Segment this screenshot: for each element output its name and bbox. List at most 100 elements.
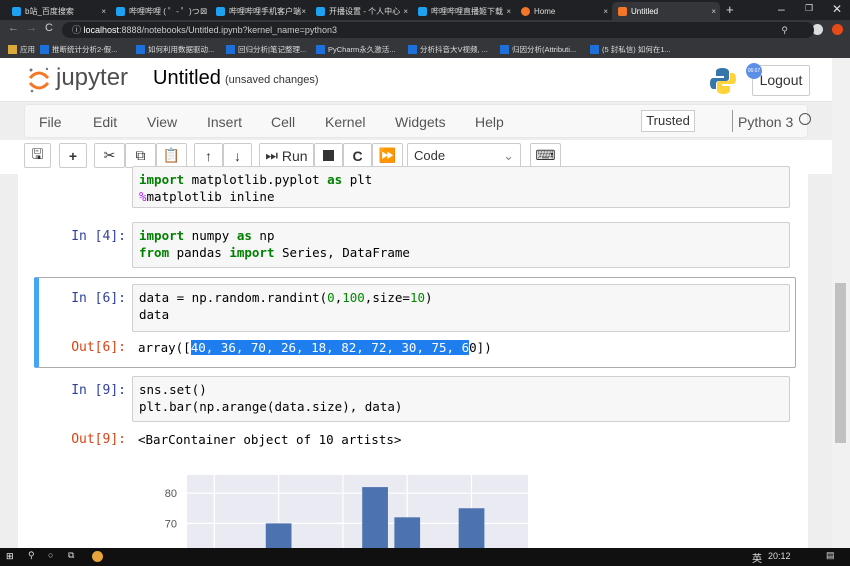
save-icon: 🖫 <box>31 145 44 162</box>
jupyter-logo-icon[interactable] <box>28 66 50 94</box>
reload-icon[interactable]: C <box>45 22 53 34</box>
save-button[interactable]: 🖫 <box>24 143 51 168</box>
interrupt-button[interactable] <box>314 143 343 168</box>
bar <box>394 517 421 548</box>
restart-run-all-button[interactable]: ⏩ <box>372 143 403 168</box>
bookmark-label: 推断统计分析2-假... <box>52 45 118 54</box>
window-close-icon[interactable]: ✕ <box>832 2 842 16</box>
code-token: as <box>236 228 252 243</box>
cell-type-value: Code <box>414 148 446 163</box>
run-button[interactable]: ⏭ Run <box>259 143 314 168</box>
taskbar: ⊞ ⚲ ○ ⧉ 英 20:12 ▤ <box>0 548 850 566</box>
divider <box>732 110 733 132</box>
copy-button[interactable]: ⧉ <box>125 143 156 168</box>
command-palette-button[interactable]: ⌨ <box>530 143 561 168</box>
code-token: import <box>229 245 275 260</box>
bar <box>362 487 388 548</box>
url-input[interactable]: ⓘ localhost:8888/notebooks/Untitled.ipyn… <box>62 22 814 38</box>
browser-tab[interactable]: Untitled × <box>612 2 720 20</box>
code-token: data <box>139 307 170 322</box>
bookmark-item[interactable]: PyCharm永久激活... <box>316 44 396 55</box>
close-icon[interactable]: × <box>301 7 306 16</box>
code-input[interactable]: import matplotlib.pyplot as plt %matplotl… <box>132 166 790 208</box>
step-icon: ⏭ <box>265 147 282 163</box>
cortana-icon[interactable]: ○ <box>48 550 53 560</box>
bookmark-icon <box>590 45 599 54</box>
chrome-taskbar-icon[interactable] <box>92 551 103 562</box>
time-badge: 06:07 <box>746 63 762 79</box>
bookmark-item[interactable]: 推断统计分析2-假... <box>40 44 117 55</box>
notification-icon[interactable]: ▤ <box>826 550 835 561</box>
code-token: pandas <box>169 245 230 260</box>
bookmark-icon <box>408 45 417 54</box>
move-up-button[interactable]: ↑ <box>194 143 223 168</box>
y-tick-label: 80 <box>165 488 177 500</box>
code-input[interactable]: sns.set() plt.bar(np.arange(data.size), d… <box>132 376 790 422</box>
close-icon[interactable]: × <box>403 7 408 16</box>
move-down-button[interactable]: ↓ <box>223 143 252 168</box>
menu-help[interactable]: Help <box>475 114 504 130</box>
menu-insert[interactable]: Insert <box>207 114 242 130</box>
browser-tab[interactable]: 哔哩哔哩 ( ゜- ゜)つロ × <box>110 2 210 20</box>
extension-icon[interactable] <box>832 24 843 35</box>
tab-label: Home <box>534 6 556 16</box>
restart-button[interactable]: C <box>343 143 372 168</box>
bookmark-item[interactable]: 应用 <box>8 44 35 55</box>
browser-tab[interactable]: Home × <box>515 2 612 20</box>
back-icon[interactable]: ← <box>8 22 19 34</box>
code-token: % <box>139 189 147 204</box>
output-text[interactable]: array([40, 36, 70, 26, 18, 82, 72, 30, 7… <box>138 340 492 355</box>
close-icon[interactable]: × <box>101 7 106 16</box>
notebook-title[interactable]: Untitled <box>153 67 221 90</box>
bookmark-item[interactable]: 分析抖音大V视频, ... <box>408 44 488 55</box>
windows-start-icon[interactable]: ⊞ <box>6 551 14 562</box>
insert-cell-button[interactable]: + <box>59 143 87 168</box>
bookmark-icon <box>316 45 325 54</box>
close-icon[interactable]: × <box>711 7 716 16</box>
arrow-down-icon: ↓ <box>234 147 241 164</box>
browser-tab[interactable]: 哔哩哔哩直播姬下载 × <box>412 2 515 20</box>
code-token: 10 <box>409 290 426 305</box>
code-token: matplotlib inline <box>146 189 275 204</box>
menu-kernel[interactable]: Kernel <box>325 114 365 130</box>
cut-button[interactable]: ✂ <box>94 143 125 168</box>
paste-button[interactable]: 📋 <box>156 143 187 168</box>
new-tab-icon[interactable]: + <box>726 2 734 17</box>
tab-favicon <box>418 6 427 16</box>
code-input[interactable]: import numpy as np from pandas import Ser… <box>132 222 790 268</box>
restore-icon[interactable]: ❐ <box>805 3 813 14</box>
scrollbar-thumb[interactable] <box>835 283 846 443</box>
menu-edit[interactable]: Edit <box>93 114 117 130</box>
code-line: data <box>139 306 783 323</box>
close-icon[interactable]: × <box>603 7 608 16</box>
close-icon[interactable]: × <box>201 7 206 16</box>
bookmark-item[interactable]: 回归分析|笔记整理... <box>226 44 306 55</box>
jupyter-logo-text: jupyter <box>56 64 129 91</box>
close-icon[interactable]: × <box>506 7 511 16</box>
output-text[interactable]: <BarContainer object of 10 artists> <box>138 432 401 447</box>
search-icon[interactable]: ⚲ <box>28 550 35 561</box>
code-input[interactable]: data = np.random.randint(0,100,size=10) d… <box>132 284 790 332</box>
forward-icon[interactable]: → <box>26 22 37 34</box>
browser-tab[interactable]: b站_百度搜索 × <box>6 2 110 20</box>
browser-tab[interactable]: 哔哩哔哩手机客户端 × <box>210 2 310 20</box>
cell-type-select[interactable]: Code ⌄ <box>407 143 521 168</box>
bookmark-item[interactable]: (5 封私信) 如何在1... <box>590 44 671 55</box>
copy-icon: ⧉ <box>135 147 146 163</box>
fast-forward-icon: ⏩ <box>378 147 397 163</box>
clock[interactable]: 20:12 <box>768 551 791 561</box>
browser-tab[interactable]: 开播设置 - 个人中心 × <box>310 2 412 20</box>
menu-view[interactable]: View <box>147 114 177 130</box>
ime-indicator[interactable]: 英 <box>752 550 762 565</box>
menu-widgets[interactable]: Widgets <box>395 114 446 130</box>
code-line: import numpy as np <box>139 227 783 244</box>
menu-cell[interactable]: Cell <box>271 114 295 130</box>
trusted-indicator[interactable]: Trusted <box>641 110 695 132</box>
trusted-label: Trusted <box>646 113 690 128</box>
bookmark-item[interactable]: 归因分析(Attributi... <box>500 44 576 55</box>
bookmark-item[interactable]: 如何利用数据驱动... <box>136 44 214 55</box>
task-view-icon[interactable]: ⧉ <box>68 550 74 561</box>
minimize-icon[interactable]: – <box>778 2 785 16</box>
menu-file[interactable]: File <box>39 114 62 130</box>
zoom-icon[interactable]: ⚲ <box>781 22 788 38</box>
